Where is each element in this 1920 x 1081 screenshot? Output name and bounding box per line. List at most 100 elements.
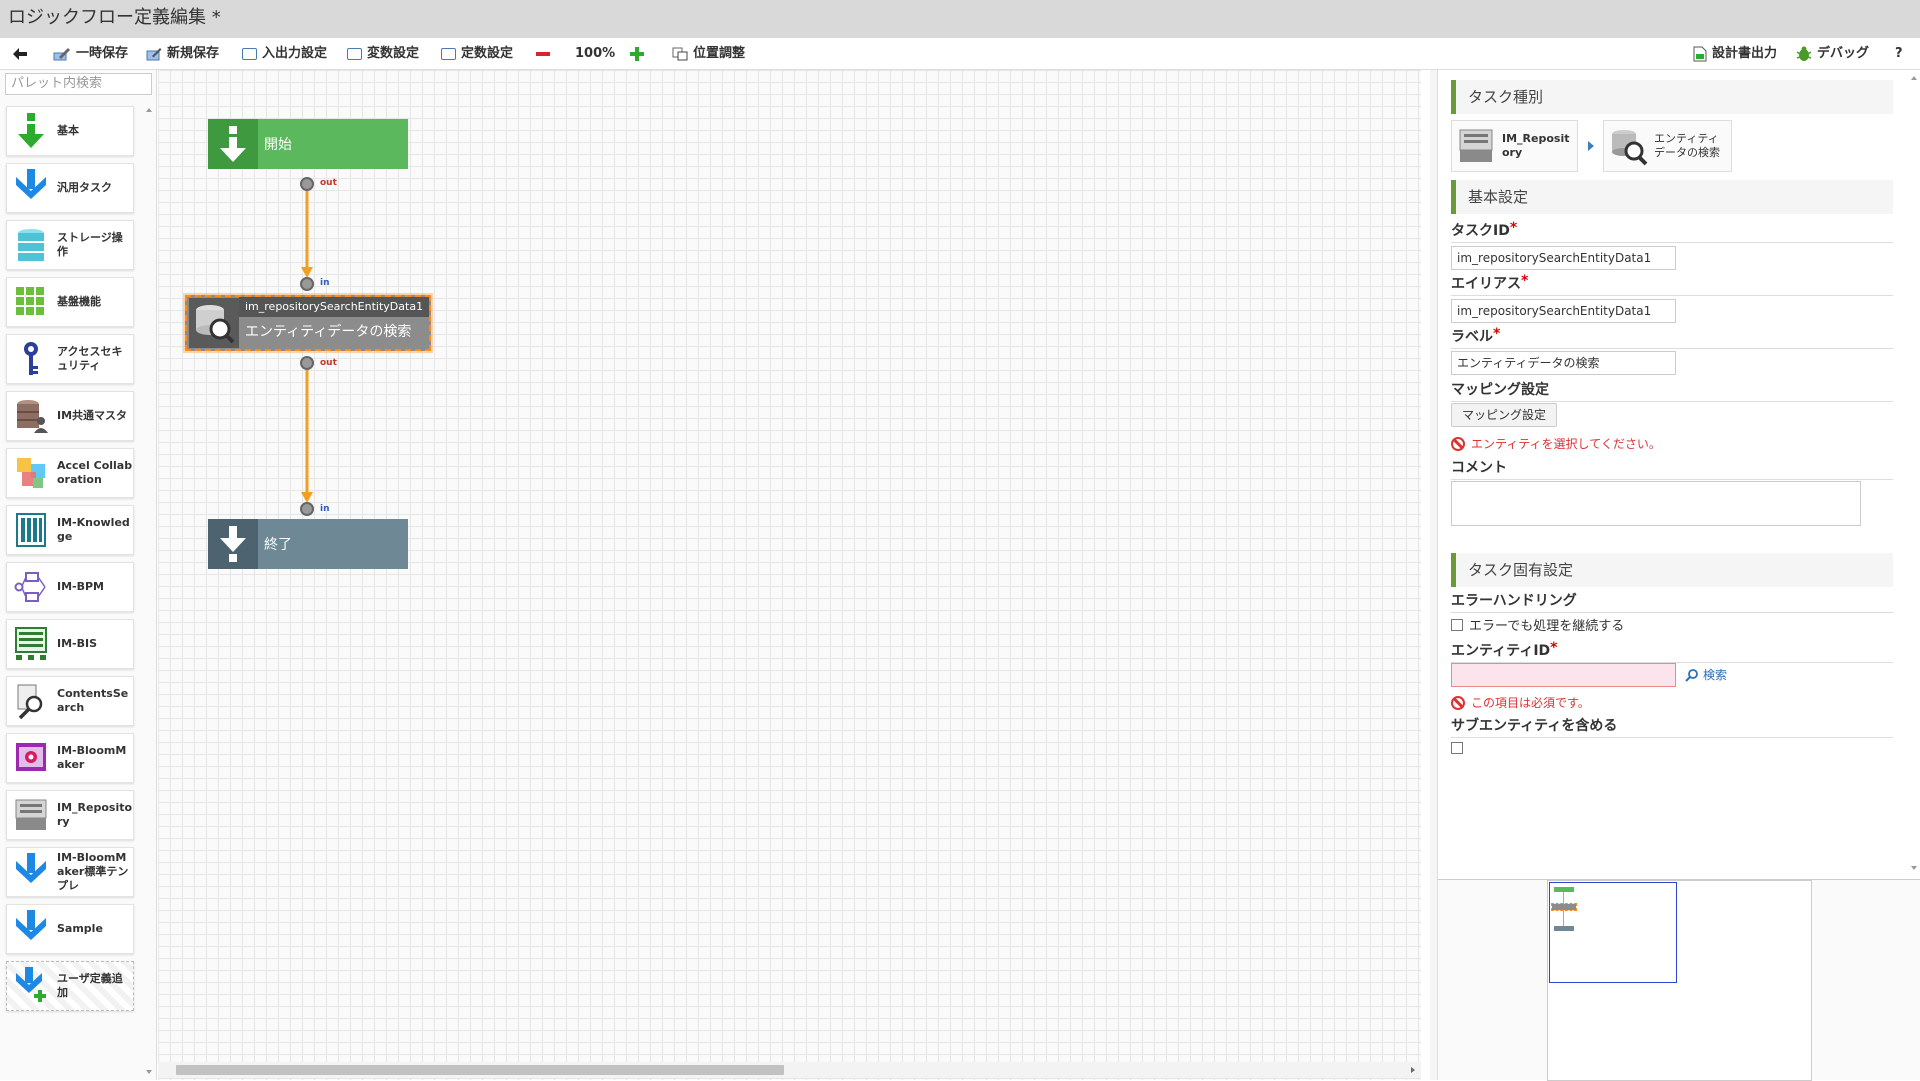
include-sub-checkbox[interactable] (1451, 742, 1463, 754)
minimap[interactable] (1547, 880, 1812, 1081)
palette-search-input[interactable]: パレット内検索 (5, 73, 152, 95)
debug-button[interactable]: デバッグ (1796, 38, 1869, 70)
canvas-horizontal-scrollbar[interactable] (158, 1062, 1421, 1078)
minimap-start-node (1554, 887, 1574, 892)
task-id-input[interactable]: im_repositorySearchEntityData1 (1451, 246, 1676, 270)
end-node-label: 終了 (264, 537, 292, 553)
back-button[interactable] (12, 38, 28, 70)
palette-item[interactable]: IM共通マスタ (6, 391, 134, 441)
start-icon (208, 119, 258, 169)
task-in-label: in (320, 278, 330, 288)
label-field-label: ラベル* (1451, 326, 1893, 349)
palette-item[interactable]: Accel Collaboration (6, 448, 134, 498)
toolbar: 一時保存 新規保存 入出力設定 変数設定 定数設定 100% 位置調整 設計書出… (0, 38, 1920, 70)
palette-item-label: IM-BIS (57, 637, 98, 650)
zoom-out-button[interactable] (536, 38, 550, 70)
palette-scrollbar[interactable] (143, 106, 155, 1076)
properties-panel: タスク種別 IM_Repository エンティティデータの検索 基本設定 タス… (1437, 70, 1920, 1081)
task-out-port[interactable] (300, 356, 314, 370)
window-icon (347, 48, 362, 60)
panel-splitter[interactable] (1430, 70, 1437, 1080)
entity-search-link[interactable]: 検索 (1685, 666, 1727, 683)
palette-item-label: IM-BloomMaker (57, 744, 127, 771)
repository-icon (1459, 129, 1493, 162)
new-save-icon (146, 48, 162, 61)
window-icon (242, 48, 257, 60)
palette-item[interactable]: IM-BloomMaker標準テンプレ (6, 847, 134, 897)
palette-item[interactable]: 汎用タスク (6, 163, 134, 213)
task-node-repository-search[interactable]: im_repositorySearchEntityData1 エンティティデータ… (185, 295, 431, 351)
bug-icon (1796, 46, 1812, 61)
help-button[interactable]: ? (1895, 38, 1903, 70)
const-settings-label: 定数設定 (461, 46, 514, 61)
const-settings-button[interactable]: 定数設定 (441, 38, 513, 70)
palette-item[interactable]: ストレージ操作 (6, 220, 134, 270)
start-node[interactable]: 開始 (208, 119, 408, 169)
palette-item[interactable]: IM-Knowledge (6, 505, 134, 555)
palette-item[interactable]: IM-BIS (6, 619, 134, 669)
palette-item[interactable]: 基盤機能 (6, 277, 134, 327)
entity-id-error: この項目は必須です。 (1451, 694, 1590, 711)
io-settings-button[interactable]: 入出力設定 (242, 38, 327, 70)
palette-item[interactable]: IM-BloomMaker (6, 733, 134, 783)
palette-item[interactable]: 基本 (6, 106, 134, 156)
position-adjust-button[interactable]: 位置調整 (672, 38, 745, 70)
alias-input[interactable]: im_repositorySearchEntityData1 (1451, 299, 1676, 323)
scroll-up-icon (146, 108, 152, 112)
task-type-category: IM_Repository (1451, 120, 1578, 172)
entity-id-field-label: エンティティID* (1451, 640, 1893, 663)
palette-item[interactable]: Sample (6, 904, 134, 954)
palette-item-label: 汎用タスク (57, 181, 112, 194)
temp-save-button[interactable]: 一時保存 (53, 38, 128, 70)
palette-item-label: ストレージ操作 (57, 231, 123, 258)
palette-item[interactable]: IM_Repository (6, 790, 134, 840)
palette-item-label: Sample (57, 922, 103, 935)
minimap-connector (1563, 892, 1564, 904)
arrow-down-green-icon (11, 111, 51, 151)
label-input[interactable]: エンティティデータの検索 (1451, 351, 1676, 375)
comment-textarea[interactable] (1451, 481, 1861, 526)
var-settings-label: 変数設定 (367, 46, 420, 61)
palette-item-label: IM共通マスタ (57, 409, 128, 422)
end-node[interactable]: 終了 (208, 519, 408, 569)
scroll-right-icon (1411, 1067, 1415, 1073)
magnifier-icon (1685, 668, 1698, 682)
properties-scrollbar[interactable] (1908, 70, 1920, 880)
zoom-level: 100% (575, 46, 616, 61)
mapping-settings-button[interactable]: マッピング設定 (1451, 403, 1558, 427)
zoom-in-button[interactable] (630, 38, 644, 70)
palette-item[interactable]: IM-BPM (6, 562, 134, 612)
plus-icon (630, 47, 644, 61)
canvas-hscroll-thumb[interactable] (176, 1065, 784, 1075)
continue-on-error-checkbox[interactable] (1451, 618, 1463, 631)
var-settings-button[interactable]: 変数設定 (347, 38, 419, 70)
bis-icon (11, 624, 51, 664)
entity-id-input[interactable] (1451, 663, 1676, 687)
palette-item-label: アクセスセキュリティ (57, 345, 123, 372)
storage-icon (11, 225, 51, 265)
end-in-port[interactable] (300, 502, 314, 516)
start-out-port[interactable] (300, 177, 314, 191)
required-mark: * (1509, 220, 1518, 236)
continue-on-error-label: エラーでも処理を継続する (1469, 619, 1625, 634)
palette-item[interactable]: ContentsSearch (6, 676, 134, 726)
end-in-label: in (320, 504, 330, 514)
task-type-category-label: IM_Repository (1502, 132, 1570, 159)
task-in-port[interactable] (300, 277, 314, 291)
new-save-button[interactable]: 新規保存 (146, 38, 219, 70)
palette-item[interactable]: ユーザ定義追加 (6, 961, 134, 1011)
connector-layer (301, 184, 313, 503)
task-type-header: タスク種別 (1451, 80, 1893, 114)
chevron-right-icon (1588, 141, 1594, 151)
flow-canvas[interactable]: 開始 out in im_repositorySearchEntityData1… (158, 70, 1421, 1080)
palette-item[interactable]: アクセスセキュリティ (6, 334, 134, 384)
palette-item-label: 基本 (57, 124, 79, 137)
minimap-connector (1563, 910, 1564, 926)
minimap-viewport[interactable] (1549, 882, 1677, 983)
task-node-label: エンティティデータの検索 (245, 324, 412, 340)
palette-item-label: IM-Knowledge (57, 516, 130, 543)
start-out-label: out (320, 178, 337, 188)
design-doc-button[interactable]: 設計書出力 (1693, 38, 1777, 70)
entity-id-label: エンティティID (1451, 643, 1551, 659)
palette-item-label: 基盤機能 (57, 295, 101, 308)
